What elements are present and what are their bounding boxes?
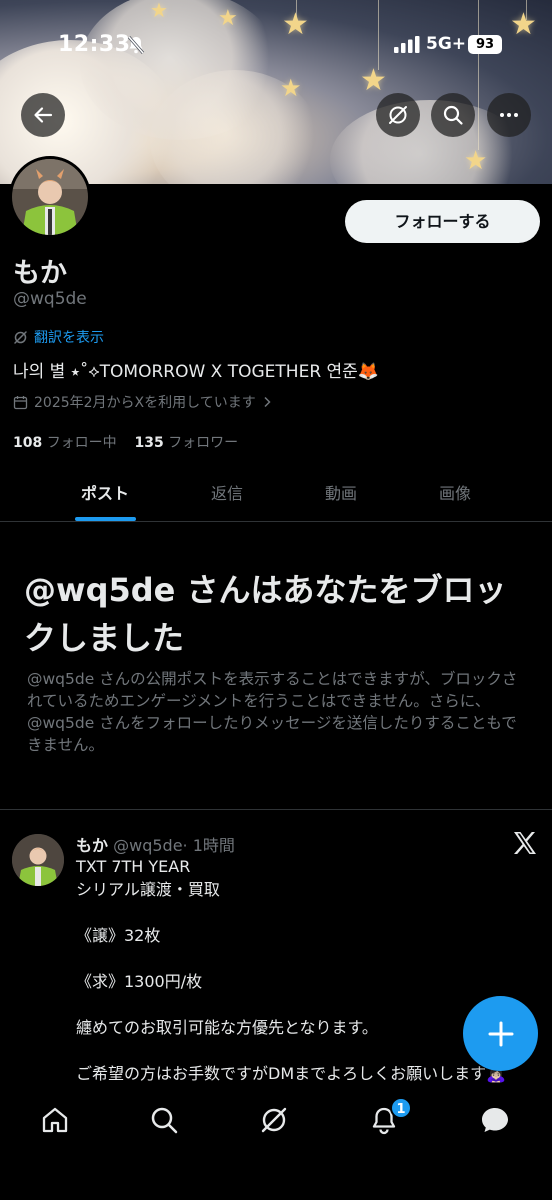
grok-button[interactable] xyxy=(376,93,420,137)
post-author-name[interactable]: もか xyxy=(76,836,108,855)
translate-bio-link[interactable]: 翻訳を表示 xyxy=(13,327,104,347)
followers-label: フォロワー xyxy=(168,435,239,451)
home-icon xyxy=(42,1107,68,1133)
bottom-nav: 1 xyxy=(0,1088,552,1200)
profile-tabs: ポスト 返信 動画 画像 xyxy=(0,466,552,522)
more-button[interactable] xyxy=(487,93,531,137)
nav-messages[interactable] xyxy=(465,1100,525,1140)
bell-off-icon xyxy=(126,35,146,59)
chevron-right-icon xyxy=(264,396,271,408)
joined-date[interactable]: 2025年2月からXを利用しています xyxy=(13,392,272,412)
tab-images[interactable]: 画像 xyxy=(400,480,510,504)
divider xyxy=(0,809,552,810)
status-time: 12:33 xyxy=(58,32,131,57)
back-button[interactable] xyxy=(21,93,65,137)
grok-icon xyxy=(261,1107,287,1133)
post-line: TXT 7TH YEAR xyxy=(76,857,191,876)
profile-name: もか xyxy=(13,258,67,289)
post-author-avatar[interactable] xyxy=(12,834,64,886)
nav-home[interactable] xyxy=(25,1100,85,1140)
post-line: 《譲》32枚 xyxy=(76,926,161,945)
search-icon xyxy=(151,1107,178,1134)
blocked-title: @wq5de さんはあなたをブロックしました xyxy=(24,571,507,657)
grok-icon xyxy=(14,330,27,344)
status-bar: 12:33 5G+ 93 xyxy=(0,0,552,86)
battery-indicator: 93 xyxy=(468,35,502,54)
blocked-description: @wq5de さんの公開ポストを表示することはできますが、ブロックされているため… xyxy=(27,670,518,754)
more-dots-icon xyxy=(500,113,518,117)
search-icon xyxy=(443,105,463,125)
notifications-badge: 1 xyxy=(390,1097,412,1119)
tab-replies[interactable]: 返信 xyxy=(172,480,282,504)
profile-bio: 나의 별 ⭑˚⟡TOMORROW X TOGETHER 연준🦊 xyxy=(13,362,379,382)
search-button[interactable] xyxy=(431,93,475,137)
arrow-left-icon xyxy=(34,107,53,123)
post-header: もか @wq5de· 1時間 xyxy=(76,832,235,856)
tab-posts[interactable]: ポスト xyxy=(50,480,160,504)
joined-label: 2025年2月からXを利用しています xyxy=(34,395,256,411)
post-line: シリアル譲渡・買取 xyxy=(76,880,220,899)
grok-icon xyxy=(389,106,407,124)
nav-grok[interactable] xyxy=(244,1100,304,1140)
profile-handle: @wq5de xyxy=(13,289,87,309)
post-line: ご希望の方はお手数ですがDMまでよろしくお願いします🙇🏻‍♀️ xyxy=(76,1064,507,1083)
following-label: フォロー中 xyxy=(46,435,117,451)
follow-button[interactable]: フォローする xyxy=(345,200,540,243)
followers-link[interactable]: 135 フォロワー xyxy=(135,435,239,451)
signal-icon xyxy=(394,36,420,57)
active-tab-indicator xyxy=(75,517,136,521)
post-author-handle[interactable]: @wq5de xyxy=(113,836,182,855)
compose-button[interactable] xyxy=(463,996,538,1071)
following-count: 108 xyxy=(13,435,43,451)
plus-icon xyxy=(488,1021,513,1046)
post-line: 《求》1300円/枚 xyxy=(76,972,203,991)
translate-label: 翻訳を表示 xyxy=(34,330,104,346)
calendar-icon xyxy=(13,395,28,409)
follow-stats: 108 フォロー中 135 フォロワー xyxy=(13,432,238,452)
post-time: · 1時間 xyxy=(182,836,235,855)
profile-avatar[interactable] xyxy=(9,156,91,238)
chat-bubble-icon xyxy=(482,1108,508,1132)
followers-count: 135 xyxy=(134,435,164,451)
tab-videos[interactable]: 動画 xyxy=(286,480,396,504)
network-type: 5G+ xyxy=(426,34,467,54)
following-link[interactable]: 108 フォロー中 xyxy=(13,435,117,451)
nav-search[interactable] xyxy=(134,1100,194,1140)
